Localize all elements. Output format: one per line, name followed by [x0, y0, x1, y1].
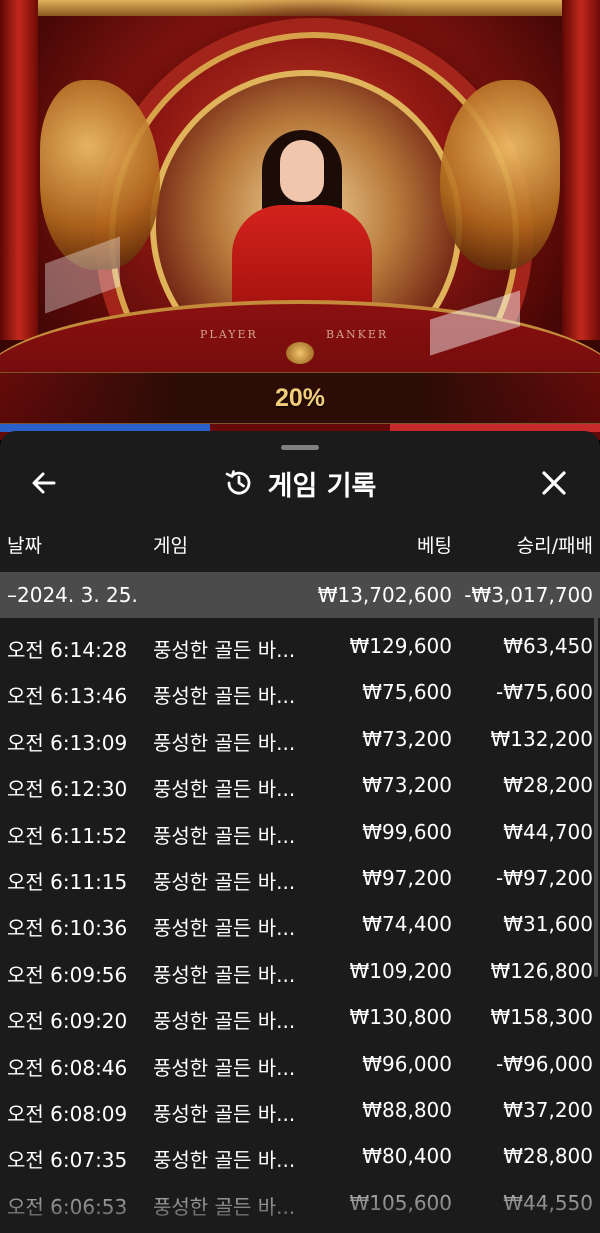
- row-win-loss: ₩158,300: [490, 1005, 593, 1030]
- date-summary-row[interactable]: –2024. 3. 25. ₩13,702,600 -₩3,017,700: [0, 572, 600, 618]
- row-time: 오전 6:13:09: [7, 730, 128, 755]
- column-win-loss: 승리/패배: [516, 535, 593, 557]
- row-win-loss: ₩31,600: [503, 912, 593, 937]
- row-win-loss: -₩97,200: [496, 865, 593, 890]
- row-bet: ₩130,800: [349, 1005, 452, 1030]
- row-win-loss: ₩44,700: [503, 819, 593, 844]
- row-game: 풍성한 골든 바...: [153, 1055, 296, 1080]
- row-time: 오전 6:06:53: [7, 1194, 128, 1219]
- row-bet: ₩73,200: [362, 726, 452, 751]
- row-win-loss: -₩75,600: [496, 680, 593, 705]
- row-win-loss: ₩63,450: [503, 634, 593, 658]
- row-win-loss: ₩126,800: [490, 958, 593, 983]
- table-row[interactable]: 오전 6:09:20 풍성한 골든 바... ₩130,800 ₩158,300: [0, 994, 600, 1040]
- table-center-chip: [286, 342, 314, 364]
- close-icon: [542, 471, 566, 495]
- row-time: 오전 6:11:15: [7, 869, 128, 894]
- row-game: 풍성한 골든 바...: [153, 1194, 296, 1219]
- row-game: 풍성한 골든 바...: [153, 684, 296, 709]
- row-win-loss: ₩132,200: [490, 726, 593, 751]
- column-game: 게임: [153, 535, 188, 557]
- arrow-left-icon: [32, 472, 56, 494]
- history-list: 오전 6:14:28 풍성한 골든 바... ₩129,600 ₩63,450 오전 6…: [0, 623, 600, 1226]
- row-game: 풍성한 골든 바...: [153, 916, 296, 941]
- row-win-loss: ₩37,200: [503, 1097, 593, 1122]
- table-header: 날짜 게임 베팅 승리/패배: [0, 531, 600, 567]
- game-history-sheet: 게임 기록 날짜 게임 베팅 승리/패배 –2024. 3. 25. ₩13,7…: [0, 431, 600, 1233]
- row-game: 풍성한 골든 바...: [153, 1101, 296, 1126]
- column-bet: 베팅: [417, 535, 452, 557]
- summary-bet: ₩13,702,600: [317, 583, 452, 607]
- table-row[interactable]: 오전 6:10:36 풍성한 골든 바... ₩74,400 ₩31,600: [0, 901, 600, 947]
- row-time: 오전 6:08:09: [7, 1101, 128, 1126]
- row-time: 오전 6:08:46: [7, 1055, 128, 1080]
- close-button[interactable]: [538, 467, 570, 499]
- row-bet: ₩105,600: [349, 1190, 452, 1215]
- table-row[interactable]: 오전 6:11:52 풍성한 골든 바... ₩99,600 ₩44,700: [0, 809, 600, 855]
- row-game: 풍성한 골든 바...: [153, 962, 296, 987]
- percent-banner: 20%: [0, 372, 600, 424]
- row-bet: ₩97,200: [362, 865, 452, 890]
- table-row[interactable]: 오전 6:08:46 풍성한 골든 바... ₩96,000 -₩96,000: [0, 1041, 600, 1087]
- table-row[interactable]: 오전 6:14:28 풍성한 골든 바... ₩129,600 ₩63,450: [0, 623, 600, 669]
- scrollbar[interactable]: [594, 577, 598, 977]
- table-row[interactable]: 오전 6:06:53 풍성한 골든 바... ₩105,600 ₩44,550: [0, 1180, 600, 1226]
- table-label-banker: BANKER: [326, 328, 389, 341]
- row-bet: ₩75,600: [362, 680, 452, 705]
- row-bet: ₩88,800: [362, 1097, 452, 1122]
- row-win-loss: ₩44,550: [503, 1190, 593, 1215]
- row-game: 풍성한 골든 바...: [153, 730, 296, 755]
- row-bet: ₩73,200: [362, 773, 452, 798]
- row-game: 풍성한 골든 바...: [153, 638, 296, 662]
- table-row[interactable]: 오전 6:09:56 풍성한 골든 바... ₩109,200 ₩126,800: [0, 948, 600, 994]
- history-clock-icon: [224, 468, 254, 498]
- row-time: 오전 6:09:20: [7, 1009, 128, 1034]
- row-time: 오전 6:14:28: [7, 638, 128, 662]
- row-time: 오전 6:09:56: [7, 962, 128, 987]
- row-time: 오전 6:10:36: [7, 916, 128, 941]
- row-time: 오전 6:11:52: [7, 823, 128, 848]
- row-bet: ₩109,200: [349, 958, 452, 983]
- table-row[interactable]: 오전 6:12:30 풍성한 골든 바... ₩73,200 ₩28,200: [0, 762, 600, 808]
- table-row[interactable]: 오전 6:13:46 풍성한 골든 바... ₩75,600 -₩75,600: [0, 669, 600, 715]
- column-date: 날짜: [7, 535, 42, 557]
- percent-value: 20%: [274, 383, 326, 412]
- row-win-loss: -₩96,000: [496, 1051, 593, 1076]
- row-game: 풍성한 골든 바...: [153, 823, 296, 848]
- row-bet: ₩99,600: [362, 819, 452, 844]
- row-bet: ₩74,400: [362, 912, 452, 937]
- row-game: 풍성한 골든 바...: [153, 777, 296, 802]
- row-win-loss: ₩28,800: [503, 1144, 593, 1169]
- sheet-drag-handle[interactable]: [281, 445, 319, 450]
- row-bet: ₩96,000: [362, 1051, 452, 1076]
- table-row[interactable]: 오전 6:07:35 풍성한 골든 바... ₩80,400 ₩28,800: [0, 1133, 600, 1179]
- gold-frame: [38, 0, 562, 16]
- row-game: 풍성한 골든 바...: [153, 1009, 296, 1034]
- row-bet: ₩80,400: [362, 1144, 452, 1169]
- table-row[interactable]: 오전 6:11:15 풍성한 골든 바... ₩97,200 -₩97,200: [0, 855, 600, 901]
- table-row[interactable]: 오전 6:08:09 풍성한 골든 바... ₩88,800 ₩37,200: [0, 1087, 600, 1133]
- row-bet: ₩129,600: [349, 634, 452, 658]
- row-win-loss: ₩28,200: [503, 773, 593, 798]
- left-pillar: [0, 0, 38, 340]
- row-time: 오전 6:13:46: [7, 684, 128, 709]
- sheet-title: 게임 기록: [0, 459, 600, 507]
- row-time: 오전 6:07:35: [7, 1148, 128, 1173]
- row-time: 오전 6:12:30: [7, 777, 128, 802]
- row-game: 풍성한 골든 바...: [153, 869, 296, 894]
- summary-date: –2024. 3. 25.: [7, 583, 138, 607]
- right-pillar: [562, 0, 600, 340]
- summary-win-loss: -₩3,017,700: [464, 583, 593, 607]
- row-game: 풍성한 골든 바...: [153, 1148, 296, 1173]
- table-row[interactable]: 오전 6:13:09 풍성한 골든 바... ₩73,200 ₩132,200: [0, 716, 600, 762]
- dealer-face: [280, 140, 324, 202]
- sheet-title-text: 게임 기록: [267, 470, 377, 502]
- live-video-stream: PLAYER BANKER 20%: [0, 0, 600, 440]
- sheet-header: 게임 기록: [0, 459, 600, 507]
- back-button[interactable]: [28, 467, 60, 499]
- table-label-player: PLAYER: [200, 328, 258, 341]
